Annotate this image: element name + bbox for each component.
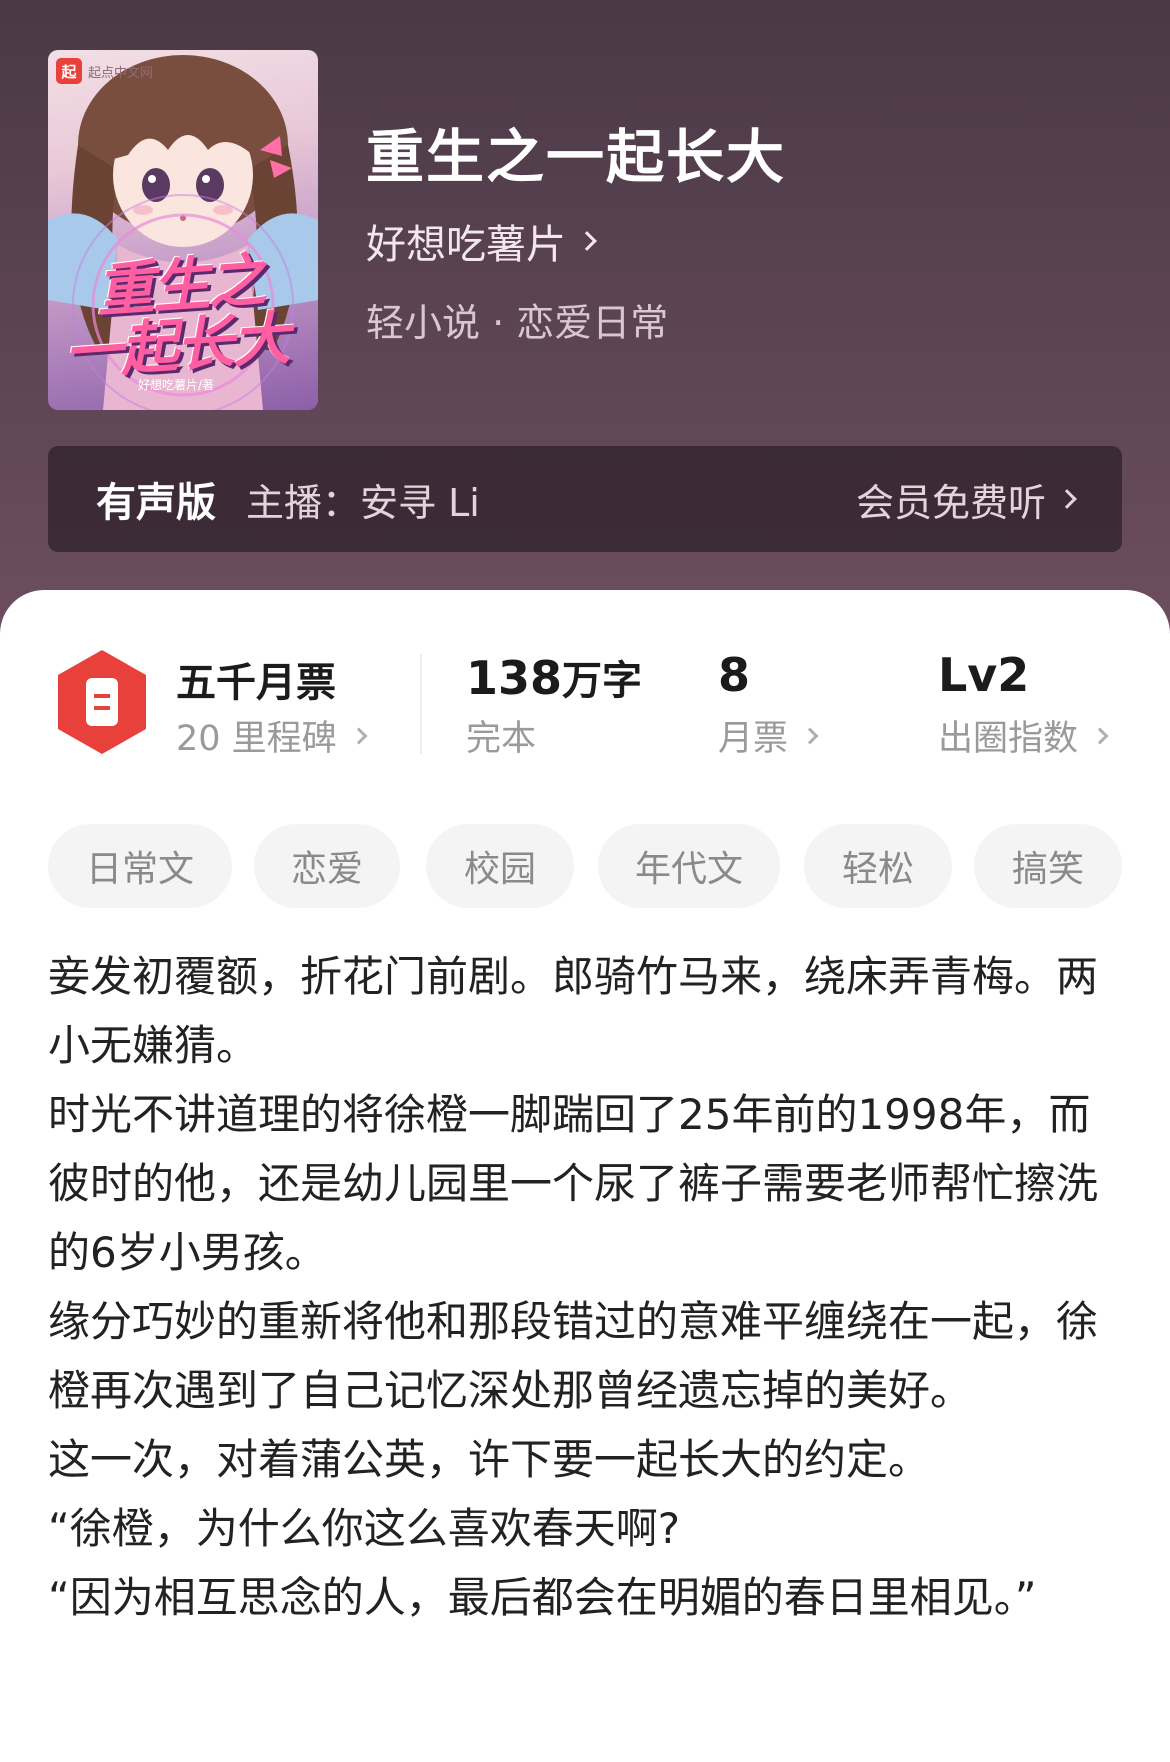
milestone-sub: 20 里程碑	[176, 719, 337, 759]
book-title: 重生之一起长大	[366, 123, 787, 191]
tag-chip[interactable]: 校园	[426, 824, 574, 908]
audio-version-bar[interactable]: 有声版 主播：安寻 Li 会员免费听	[48, 446, 1122, 552]
synopsis-paragraph: 妾发初覆额，折花门前剧。郎骑竹马来，绕床弄青梅。两小无嫌猜。	[48, 952, 1099, 1070]
chevron-right-icon	[350, 727, 368, 744]
word-count: 138万字	[466, 648, 642, 706]
author-link[interactable]: 好想吃薯片	[366, 212, 597, 270]
word-count-unit: 万字	[562, 658, 643, 704]
synopsis-paragraph: 这一次，对着蒲公英，许下要一起长大的约定。	[48, 1435, 931, 1484]
chevron-right-icon	[1057, 489, 1077, 509]
tag-chip[interactable]: 年代文	[598, 824, 780, 908]
ticket-link[interactable]: 月票	[718, 710, 819, 761]
audio-version-label: 有声版	[96, 480, 216, 526]
chevron-right-icon	[801, 727, 819, 744]
book-synopsis: 妾发初覆额，折花门前剧。郎骑竹马来，绕床弄青梅。两小无嫌猜。 时光不讲道理的将徐…	[48, 942, 1128, 1632]
milestone-title: 五千月票	[176, 660, 336, 706]
tag-chip[interactable]: 日常文	[48, 824, 232, 908]
cover-author-tag: 好想吃薯片/著	[138, 378, 215, 392]
chevron-right-icon	[1091, 727, 1109, 744]
author-name: 好想吃薯片	[366, 222, 566, 268]
milestone-link[interactable]: 20 里程碑	[176, 710, 368, 761]
ticket-count: 8	[718, 648, 751, 702]
book-cover[interactable]: 起 起点中文网 重生之 一起长大 好想吃薯片/著	[48, 50, 318, 410]
completion-status: 完本	[466, 719, 537, 759]
tag-chip[interactable]: 恋爱	[254, 824, 400, 908]
synopsis-paragraph: “徐橙，为什么你这么喜欢春天啊?	[48, 1504, 681, 1553]
chevron-right-icon	[577, 231, 597, 251]
synopsis-paragraph: 缘分巧妙的重新将他和那段错过的意难平缠绕在一起，徐橙再次遇到了自己记忆深处那曾经…	[48, 1297, 1099, 1415]
ticket-label: 月票	[718, 719, 789, 759]
cover-title-art: 重生之 一起长大	[62, 245, 291, 388]
monthly-ticket-icon	[54, 648, 150, 756]
level-link[interactable]: 出圈指数	[938, 710, 1109, 761]
tag-chip[interactable]: 轻松	[804, 824, 952, 908]
level-value: Lv2	[938, 648, 1030, 702]
member-free-listen-label: 会员免费听	[855, 480, 1046, 525]
member-free-listen-button[interactable]: 会员免费听	[855, 472, 1077, 527]
synopsis-paragraph: 时光不讲道理的将徐橙一脚踹回了25年前的1998年，而彼时的他，还是幼儿园里一个…	[48, 1090, 1099, 1277]
level-label: 出圈指数	[938, 719, 1079, 759]
audio-host: 主播：安寻 Li	[246, 480, 480, 525]
cover-publisher-badge: 起	[56, 58, 82, 84]
cover-publisher-text: 起点中文网	[88, 66, 154, 81]
stats-divider	[420, 654, 422, 754]
word-count-value: 138	[466, 651, 563, 705]
book-detail-card: 五千月票 20 里程碑 138万字 完本 8 月票 Lv2 出圈指数 日常文 恋…	[0, 590, 1170, 1762]
book-genre: 轻小说 · 恋爱日常	[366, 301, 669, 345]
synopsis-paragraph: “因为相互思念的人，最后都会在明媚的春日里相见。”	[48, 1573, 1037, 1622]
tag-chip[interactable]: 搞笑	[974, 824, 1122, 908]
